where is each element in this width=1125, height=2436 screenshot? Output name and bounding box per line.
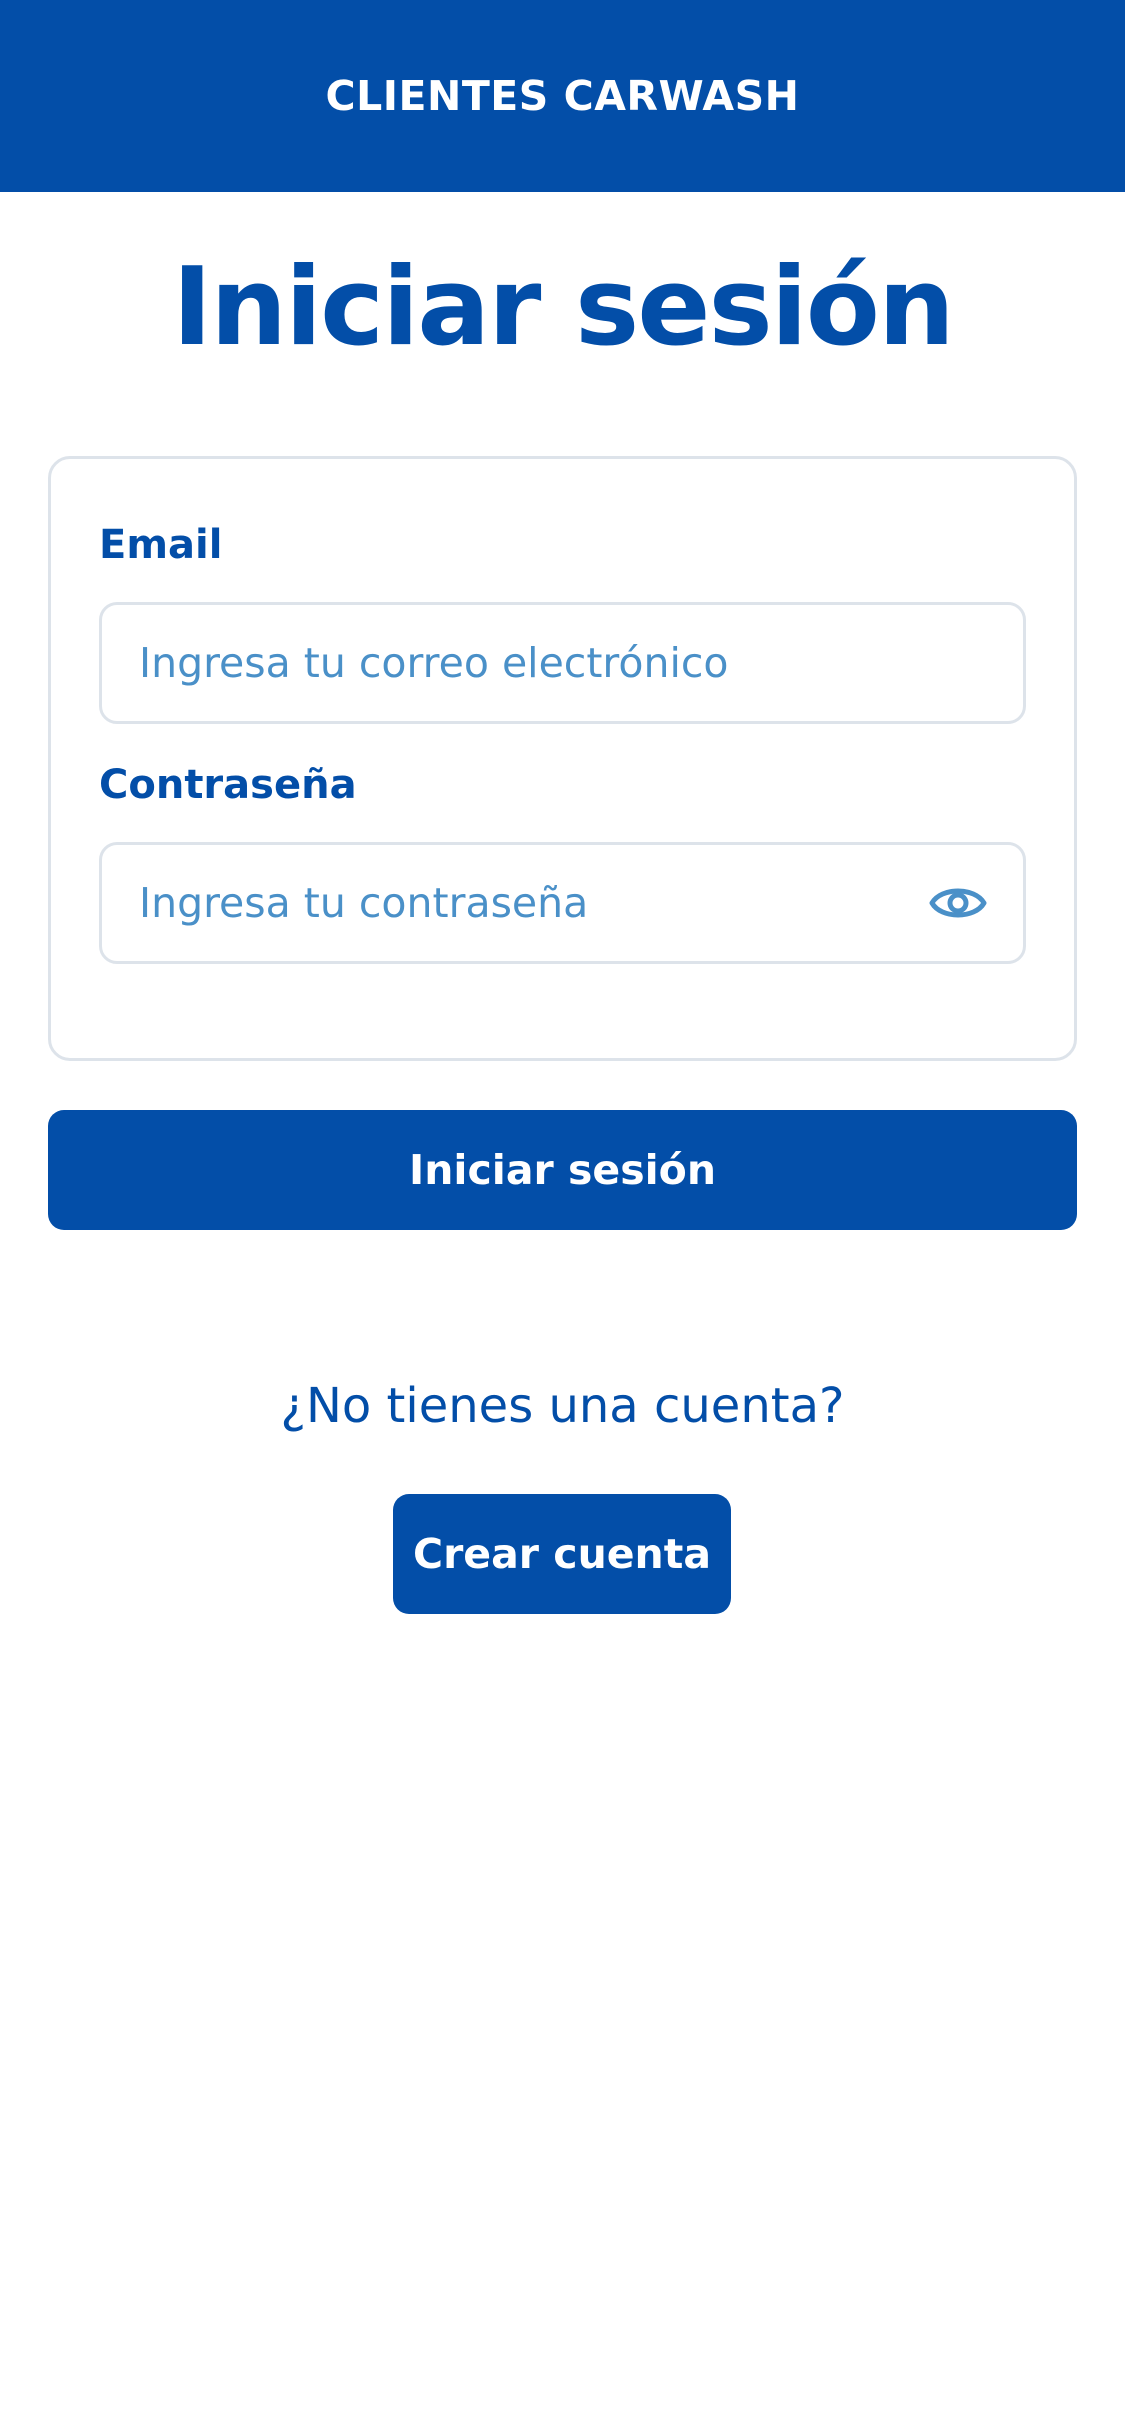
- page-title: Iniciar sesión: [172, 245, 955, 370]
- password-field[interactable]: Ingresa tu contraseña: [99, 842, 1026, 964]
- email-label: Email: [99, 522, 223, 568]
- app-bar-title: CLIENTES CARWASH: [325, 72, 800, 120]
- email-placeholder: Ingresa tu correo electrónico: [139, 639, 729, 687]
- app-bar: CLIENTES CARWASH: [0, 0, 1125, 192]
- no-account-text: ¿No tienes una cuenta?: [280, 1378, 845, 1434]
- email-field[interactable]: Ingresa tu correo electrónico: [99, 602, 1026, 724]
- password-label: Contraseña: [99, 762, 357, 808]
- eye-icon[interactable]: [929, 879, 987, 927]
- create-account-button[interactable]: Crear cuenta: [393, 1494, 731, 1614]
- password-placeholder: Ingresa tu contraseña: [139, 879, 589, 927]
- login-button[interactable]: Iniciar sesión: [48, 1110, 1077, 1230]
